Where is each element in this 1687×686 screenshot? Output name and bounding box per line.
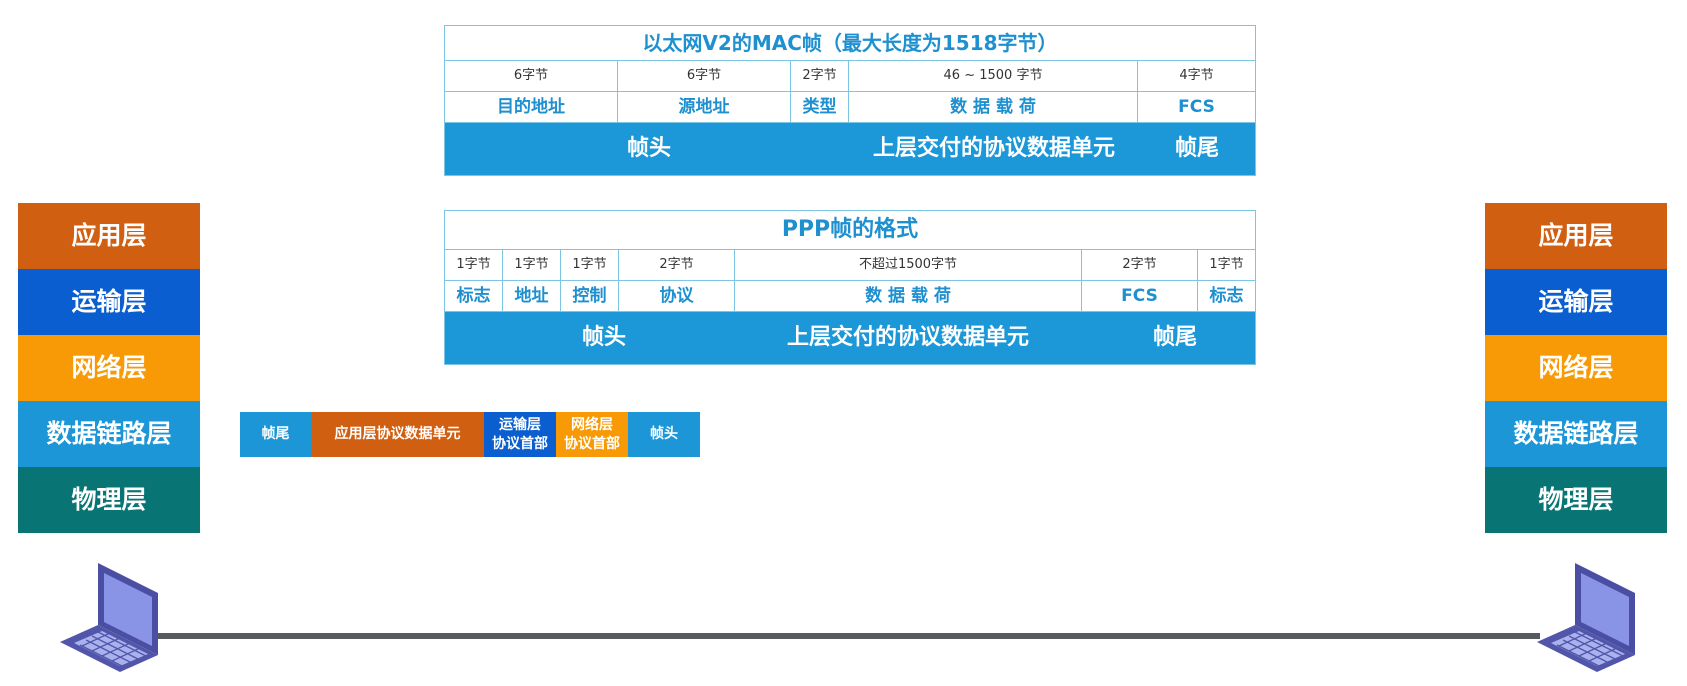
ppp-bar-tail: 帧尾: [1152, 325, 1198, 350]
eth-fcs-bytes: 4字节: [1179, 68, 1214, 83]
ppp-names-row: 标志 地址 控制 协议 数 据 载 荷 FCS 标志: [445, 281, 1255, 312]
ppp-bar-payload: 上层交付的协议数据单元: [786, 325, 1030, 350]
ppp-ctrl-name: 控制: [561, 281, 619, 311]
strip-frame-head-label: 帧头: [650, 426, 678, 442]
ppp-fcs-bytes: 2字节: [1082, 250, 1198, 280]
strip-network-header: 网络层 协议首部: [556, 412, 628, 457]
strip-transport-header-line2: 协议首部: [492, 435, 548, 452]
ppp-addr-name: 地址: [503, 281, 561, 311]
ethernet-frame-table: 以太网V2的MAC帧（最大长度为1518字节） 6字节 6字节 2字节 46 ~…: [444, 25, 1256, 176]
ppp-bytes-row: 1字节 1字节 1字节 2字节 不超过1500字节 2字节 1字节: [445, 250, 1255, 281]
left-data-link-layer: 数据链路层: [18, 401, 200, 467]
strip-app-pdu: 应用层协议数据单元: [311, 412, 484, 457]
right-application-layer: 应用层: [1485, 203, 1667, 269]
ppp-flag-bytes: 1字节: [445, 250, 503, 280]
left-protocol-stack: 应用层 运输层 网络层 数据链路层 物理层: [18, 203, 200, 533]
left-physical-layer: 物理层: [18, 467, 200, 533]
eth-type-bytes: 2字节: [791, 61, 849, 91]
ppp-proto-bytes: 2字节: [619, 250, 735, 280]
left-network-layer: 网络层: [18, 335, 200, 401]
left-transport-layer: 运输层: [18, 269, 200, 335]
right-network-layer: 网络层: [1485, 335, 1667, 401]
strip-network-header-line2: 协议首部: [564, 435, 620, 452]
strip-frame-head: 帧头: [628, 412, 700, 457]
ppp-ctrl-bytes: 1字节: [561, 250, 619, 280]
right-physical-layer: 物理层: [1485, 467, 1667, 533]
eth-fcs-name: FCS: [1178, 97, 1215, 117]
strip-transport-header: 运输层 协议首部: [484, 412, 556, 457]
ppp-flag-name: 标志: [445, 281, 503, 311]
encapsulated-frame: 帧尾 应用层协议数据单元 运输层 协议首部 网络层 协议首部 帧头: [240, 412, 700, 457]
ppp-proto-name: 协议: [619, 281, 735, 311]
eth-src-bytes: 6字节: [618, 61, 791, 91]
ppp-addr-bytes: 1字节: [503, 250, 561, 280]
eth-payload-bytes: 46 ~ 1500 字节: [849, 61, 1138, 91]
ethernet-frame-title: 以太网V2的MAC帧（最大长度为1518字节）: [445, 26, 1255, 61]
ppp-frame-table: PPP帧的格式 1字节 1字节 1字节 2字节 不超过1500字节 2字节 1字…: [444, 210, 1256, 365]
strip-network-header-line1: 网络层: [571, 416, 613, 433]
eth-bar-tail: 帧尾: [1174, 136, 1220, 161]
right-data-link-layer: 数据链路层: [1485, 401, 1667, 467]
strip-app-pdu-label: 应用层协议数据单元: [334, 426, 461, 442]
eth-bar-payload: 上层交付的协议数据单元: [872, 136, 1116, 161]
right-protocol-stack: 应用层 运输层 网络层 数据链路层 物理层: [1485, 203, 1667, 533]
ppp-flag2-bytes: 1字节: [1209, 257, 1244, 272]
eth-bar-head: 帧头: [626, 136, 672, 161]
ppp-payload-name: 数 据 载 荷: [735, 281, 1082, 311]
ethernet-frame-bar: 帧头 上层交付的协议数据单元 帧尾: [445, 123, 1255, 175]
strip-frame-tail: 帧尾: [240, 412, 311, 457]
strip-transport-header-line1: 运输层: [499, 416, 541, 433]
eth-src-name: 源地址: [618, 92, 791, 122]
ethernet-names-row: 目的地址 源地址 类型 数 据 载 荷 FCS: [445, 92, 1255, 123]
eth-payload-name: 数 据 载 荷: [849, 92, 1138, 122]
strip-frame-tail-label: 帧尾: [261, 426, 290, 442]
ppp-frame-bar: 帧头 上层交付的协议数据单元 帧尾: [445, 312, 1255, 364]
left-application-layer: 应用层: [18, 203, 200, 269]
ppp-payload-bytes: 不超过1500字节: [735, 250, 1082, 280]
right-transport-layer: 运输层: [1485, 269, 1667, 335]
ppp-frame-title: PPP帧的格式: [445, 211, 1255, 250]
laptop-icon: [1535, 560, 1645, 679]
laptop-icon: [58, 560, 168, 679]
link-cable: [150, 633, 1540, 639]
ppp-fcs-name: FCS: [1082, 281, 1198, 311]
eth-dst-bytes: 6字节: [445, 61, 618, 91]
ppp-flag2-name: 标志: [1209, 286, 1244, 306]
ppp-bar-head: 帧头: [581, 325, 627, 350]
ethernet-bytes-row: 6字节 6字节 2字节 46 ~ 1500 字节 4字节: [445, 61, 1255, 92]
eth-dst-name: 目的地址: [445, 92, 618, 122]
eth-type-name: 类型: [791, 92, 849, 122]
